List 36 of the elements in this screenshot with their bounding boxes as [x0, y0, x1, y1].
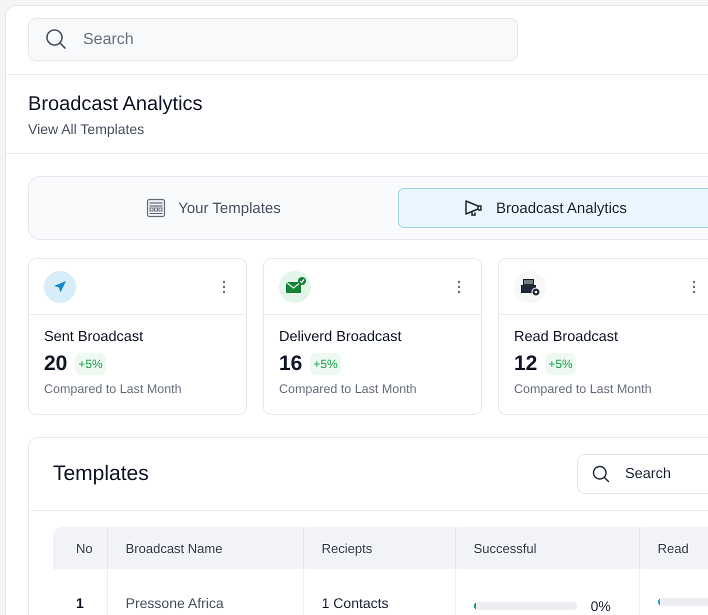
page-title: Broadcast Analytics [28, 93, 204, 116]
search-field[interactable]: Search [577, 454, 708, 494]
stat-label: Sent Broadcast [44, 329, 144, 345]
change-badge: +5% [75, 353, 106, 375]
column-header: Successful [456, 527, 640, 569]
more-options-icon[interactable] [222, 280, 226, 294]
tab[interactable]: Broadcast Analytics [398, 188, 708, 228]
tab[interactable]: Your Templates [29, 188, 398, 228]
column-header: Read [640, 527, 708, 569]
change-badge: +5% [310, 353, 341, 375]
stat-value: 12 [514, 352, 538, 376]
table-cell: 1 [53, 569, 108, 615]
more-options-icon[interactable] [692, 280, 696, 294]
stat-value: 16 [279, 352, 302, 376]
stat-note: Compared to Last Month [44, 382, 183, 396]
stat-label: Deliverd Broadcast [279, 329, 402, 345]
paper-plane-icon [44, 270, 76, 302]
table-cell: 1 Contacts [304, 569, 456, 615]
column-header: Reciepts [304, 527, 456, 569]
envelope-check-icon [279, 270, 311, 302]
change-badge: +5% [545, 353, 576, 375]
megaphone-icon [464, 199, 484, 217]
column-header: No [53, 527, 108, 569]
stat-note: Compared to Last Month [514, 382, 653, 396]
envelope-eye-icon [514, 270, 546, 302]
section-title: Templates [53, 462, 149, 486]
template-icon [146, 198, 166, 218]
search-field[interactable]: Search [28, 18, 518, 61]
table-cell: Pressone Africa [108, 569, 304, 615]
stat-value: 20 [44, 352, 68, 376]
page-subtitle: View All Templates [28, 121, 146, 137]
percent-text: 0% [590, 598, 611, 614]
stat-label: Read Broadcast [514, 329, 619, 345]
more-options-icon[interactable] [457, 280, 461, 294]
column-header: Broadcast Name [108, 527, 304, 569]
stat-note: Compared to Last Month [279, 382, 418, 396]
